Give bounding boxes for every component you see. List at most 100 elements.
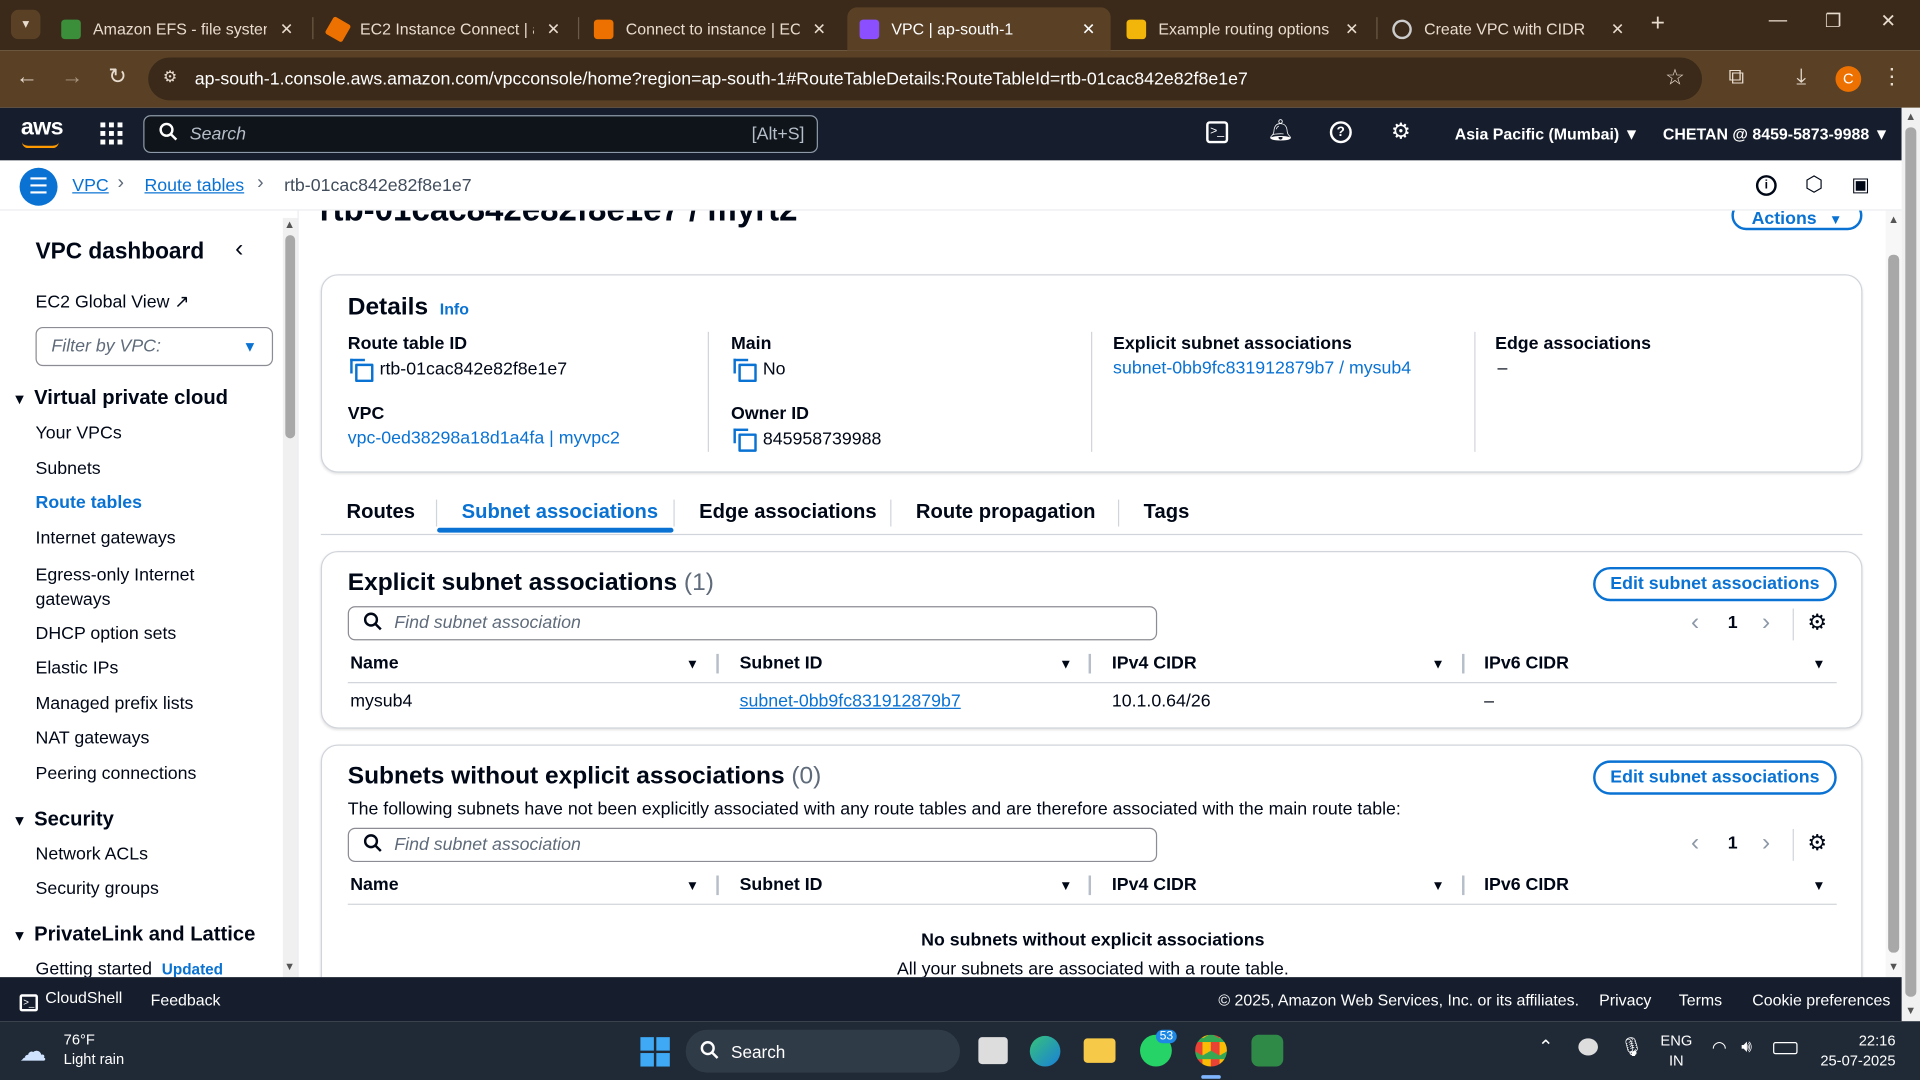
edge-browser-icon[interactable] [1029,1035,1061,1067]
close-tab-icon[interactable]: ✕ [809,19,829,39]
copy-icon[interactable] [350,358,374,383]
account-menu[interactable]: CHETAN @ 8459-5873-9988 ▼ [1663,125,1890,143]
back-icon[interactable]: ← [11,64,43,90]
cloudshell-icon[interactable]: >_ [1206,121,1229,144]
address-bar[interactable]: ⚙ ap-south-1.console.aws.amazon.com/vpcc… [148,57,1703,101]
breadcrumb-route-tables[interactable]: Route tables [144,176,244,196]
sidebar-item-security-groups[interactable]: Security groups [36,879,159,899]
column-header-subnet-id[interactable]: Subnet ID [740,876,823,896]
vpc-filter-select[interactable]: Filter by VPC: ▼ [35,326,274,367]
battery-icon[interactable] [1773,1042,1798,1055]
sort-caret-icon[interactable]: ▼ [1812,658,1825,673]
screen-icon[interactable]: ▣ [1851,173,1870,197]
explicit-associations-link[interactable]: subnet-0bb9fc831912879b7 / mysub4 [1113,359,1411,379]
section-privatelink[interactable]: ▼ PrivateLink and Lattice [12,923,255,946]
browser-tab-chatgpt[interactable]: Create VPC with CIDR ✕ [1380,7,1640,50]
reload-icon[interactable]: ↻ [102,64,134,90]
sort-caret-icon[interactable]: ▼ [1059,658,1072,673]
services-grid-icon[interactable] [100,122,123,145]
next-page-icon[interactable]: › [1762,609,1770,637]
table-settings-gear-icon[interactable]: ⚙ [1807,830,1827,856]
weather-widget[interactable]: ☁ 76°F Light rain [20,1031,167,1073]
ec2-global-view-link[interactable]: EC2 Global View ↗ [36,293,190,313]
actions-button[interactable]: Actions ▼ [1731,210,1863,231]
wifi-icon[interactable]: ◠ [1712,1037,1727,1058]
scroll-down-arrow[interactable]: ▼ [1905,1004,1916,1016]
windows-start-icon[interactable] [640,1037,670,1067]
prev-page-icon[interactable]: ‹ [1691,829,1699,857]
edit-subnet-associations-button[interactable]: Edit subnet associations [1593,566,1837,602]
tab-subnet-associations[interactable]: Subnet associations [462,501,658,524]
scroll-up-arrow[interactable]: ▲ [1905,110,1916,122]
browser-tab-connect-instance[interactable]: Connect to instance | EC2 ✕ [582,7,842,50]
column-header-ipv6-cidr[interactable]: IPv6 CIDR [1484,876,1569,896]
cloudshell-link[interactable]: >_ CloudShell [19,988,123,1012]
close-tab-icon[interactable]: ✕ [544,19,564,39]
sidebar-item-managed-prefix-lists[interactable]: Managed prefix lists [36,694,194,714]
new-tab-button[interactable]: + [1651,10,1665,38]
chrome-icon[interactable] [1195,1034,1227,1067]
find-subnet-association-input[interactable]: Find subnet association [347,827,1158,863]
page-number[interactable]: 1 [1728,834,1738,854]
page-number[interactable]: 1 [1728,613,1738,633]
prev-page-icon[interactable]: ‹ [1691,609,1699,637]
tab-route-propagation[interactable]: Route propagation [916,501,1096,524]
region-selector[interactable]: Asia Pacific (Mumbai) ▼ [1455,125,1640,143]
find-subnet-association-input[interactable]: Find subnet association [347,606,1158,641]
sidebar-item-peering-connections[interactable]: Peering connections [36,764,197,784]
collapse-nav-icon[interactable]: ‹ [235,235,243,263]
scroll-down-arrow[interactable]: ▼ [284,960,295,972]
sort-caret-icon[interactable]: ▼ [686,879,699,894]
column-header-name[interactable]: Name [350,876,398,896]
sort-caret-icon[interactable]: ▼ [686,658,699,673]
download-icon[interactable]: ⤓ [1785,64,1817,90]
column-header-ipv6-cidr[interactable]: IPv6 CIDR [1484,654,1569,674]
extensions-icon[interactable]: ⧉ [1720,64,1752,90]
tab-search-button[interactable]: ▾ [11,9,41,40]
sidebar-item-elastic-ips[interactable]: Elastic IPs [36,659,119,679]
sort-caret-icon[interactable]: ▼ [1059,879,1072,894]
column-header-ipv4-cidr[interactable]: IPv4 CIDR [1112,654,1197,674]
scrollbar-thumb[interactable] [285,235,296,439]
privacy-link[interactable]: Privacy [1599,991,1651,1009]
aws-logo[interactable]: aws [21,115,64,142]
scroll-up-arrow[interactable]: ▲ [284,218,295,230]
sidebar-item-egress-only-gateways[interactable]: Egress-only Internet gateways [36,563,220,612]
sidebar-item-subnets[interactable]: Subnets [36,459,101,479]
browser-tab-routing-options[interactable]: Example routing options - ✕ [1114,7,1374,50]
section-virtual-private-cloud[interactable]: ▼ Virtual private cloud [12,387,228,410]
browser-tab-vpc[interactable]: VPC | ap-south-1 ✕ [847,7,1111,51]
minimize-icon[interactable]: — [1753,10,1802,31]
content-scrollbar[interactable]: ▲ ▼ [1885,210,1902,978]
hamburger-menu-icon[interactable]: ☰ [19,167,58,206]
help-icon[interactable]: ? [1329,121,1352,144]
settings-gear-icon[interactable]: ⚙ [1391,119,1411,145]
column-header-subnet-id[interactable]: Subnet ID [740,654,823,674]
sort-caret-icon[interactable]: ▼ [1431,879,1444,894]
show-hidden-icons-icon[interactable]: ⌃ [1538,1036,1553,1058]
browser-tab-ec2-connect[interactable]: EC2 Instance Connect | ap ✕ [316,7,576,50]
sidenav-title[interactable]: VPC dashboard [36,238,205,265]
sidenav-scrollbar[interactable]: ▲ ▼ [282,217,298,978]
table-settings-gear-icon[interactable]: ⚙ [1807,610,1827,636]
next-page-icon[interactable]: › [1762,829,1770,857]
sidebar-item-network-acls[interactable]: Network ACLs [36,845,149,865]
scroll-up-arrow[interactable]: ▲ [1888,213,1899,225]
page-scrollbar[interactable]: ▲ ▼ [1901,107,1920,1022]
feedback-link[interactable]: Feedback [151,991,221,1009]
cookie-preferences-link[interactable]: Cookie preferences [1752,991,1890,1009]
column-header-ipv4-cidr[interactable]: IPv4 CIDR [1112,876,1197,896]
site-info-icon[interactable]: ⚙ [163,67,177,87]
sort-caret-icon[interactable]: ▼ [1812,879,1825,894]
table-row-subnet-link[interactable]: subnet-0bb9fc831912879b7 [740,692,961,712]
sidebar-item-internet-gateways[interactable]: Internet gateways [36,529,176,549]
console-search-input[interactable]: Search [Alt+S] [143,115,818,154]
close-tab-icon[interactable]: ✕ [1342,19,1362,39]
network-status-icon[interactable] [1578,1038,1598,1056]
profile-avatar[interactable]: C [1835,66,1862,92]
info-circle-icon[interactable]: i [1755,175,1777,196]
window-close-icon[interactable]: ✕ [1864,10,1913,32]
close-tab-icon[interactable]: ✕ [1608,19,1628,39]
sort-caret-icon[interactable]: ▼ [1431,658,1444,673]
restore-icon[interactable]: ❐ [1809,10,1858,32]
